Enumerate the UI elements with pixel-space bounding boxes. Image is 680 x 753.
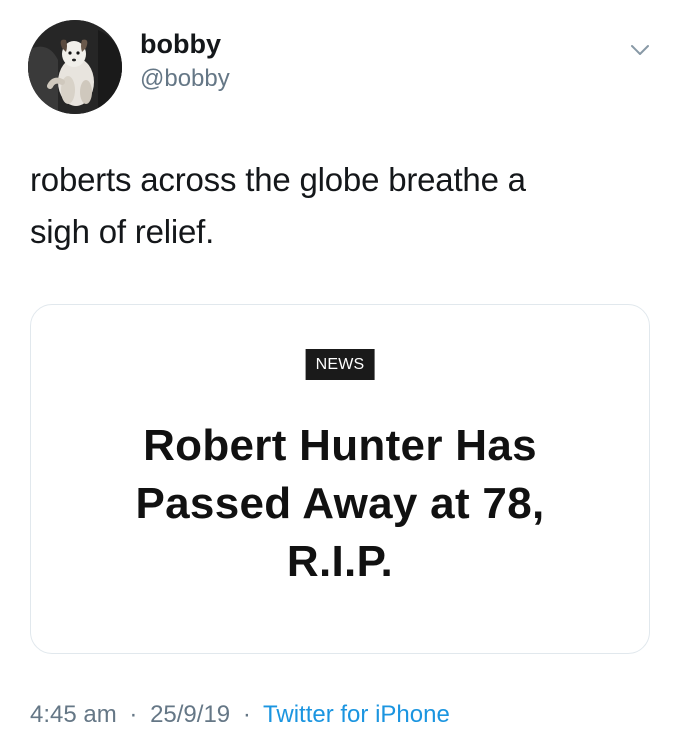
tweet-time[interactable]: 4:45 am <box>30 701 117 728</box>
card-headline: Robert Hunter Has Passed Away at 78, R.I… <box>61 417 619 591</box>
news-badge: NEWS <box>305 349 375 380</box>
headline-line: R.I.P. <box>286 537 394 586</box>
tweet-source-link[interactable]: Twitter for iPhone <box>263 701 450 728</box>
tweet-text-line: roberts across the globe breathe a <box>30 161 526 198</box>
meta-separator: · <box>129 701 138 728</box>
user-handle[interactable]: @bobby <box>140 64 230 94</box>
tweet-date[interactable]: 25/9/19 <box>150 701 230 728</box>
author-names: bobby @bobby <box>140 28 230 94</box>
meta-separator: · <box>242 701 251 728</box>
tweet-meta: 4:45 am · 25/9/19 · Twitter for iPhone <box>30 698 450 732</box>
tweet-text-line: sigh of relief. <box>30 213 215 250</box>
chevron-down-icon[interactable] <box>628 38 652 62</box>
display-name[interactable]: bobby <box>140 28 230 60</box>
headline-line: Robert Hunter Has <box>143 421 537 470</box>
link-card[interactable]: NEWS Robert Hunter Has Passed Away at 78… <box>30 304 650 654</box>
tweet-text: roberts across the globe breathe a sigh … <box>30 154 640 258</box>
headline-line: Passed Away at 78, <box>135 479 545 528</box>
dog-avatar-icon <box>28 20 122 114</box>
tweet: bobby @bobby roberts across the globe br… <box>0 0 680 753</box>
avatar[interactable] <box>28 20 122 114</box>
